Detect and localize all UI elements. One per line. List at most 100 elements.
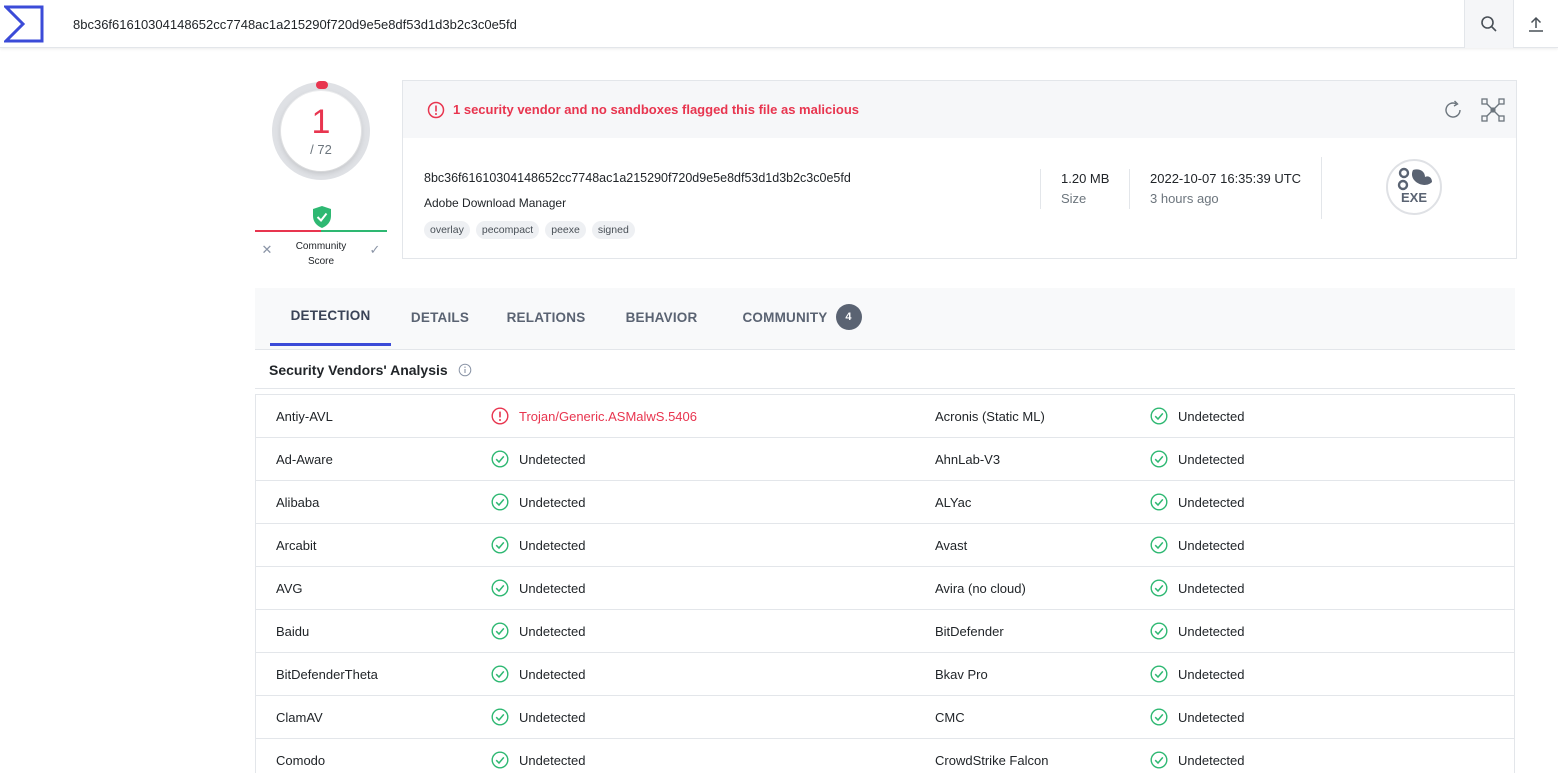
vendor-name: CrowdStrike Falcon <box>935 753 1049 768</box>
check-circle-icon <box>1150 622 1168 640</box>
vendor-result: Undetected <box>1150 450 1245 468</box>
vendor-name: Baidu <box>276 624 310 639</box>
divider <box>1040 169 1041 209</box>
vendor-result: Undetected <box>1150 579 1245 597</box>
vendor-result-label: Undetected <box>519 666 586 682</box>
alert-circle-icon <box>491 407 509 425</box>
divider <box>1129 169 1130 209</box>
alert-circle-icon <box>427 101 445 119</box>
tab-relations[interactable]: RELATIONS <box>500 288 592 346</box>
vendor-name: Avast <box>935 538 968 553</box>
vendor-result-label: Undetected <box>519 494 586 510</box>
exe-label: EXE <box>1401 190 1427 205</box>
vendor-name: Bkav Pro <box>935 667 988 682</box>
file-hash[interactable]: 8bc36f61610304148652cc7748ac1a215290f720… <box>424 171 851 185</box>
exe-file-type-icon: EXE <box>1386 159 1442 215</box>
check-circle-icon <box>491 622 509 640</box>
vendor-table: Antiy-AVL Trojan/Generic.ASMalwS.5406 Acro… <box>255 394 1515 773</box>
detection-count: 1 <box>311 103 331 141</box>
check-circle-icon <box>1150 579 1168 597</box>
analysis-relative-time: 3 hours ago <box>1150 191 1219 206</box>
search-icon <box>1481 16 1497 32</box>
vendor-result: Undetected <box>1150 407 1245 425</box>
tab-community-label: COMMUNITY <box>742 309 828 325</box>
vendor-result: Undetected <box>491 536 586 554</box>
alert-text: 1 security vendor and no sandboxes flagg… <box>453 102 860 117</box>
vendor-name: Arcabit <box>276 538 317 553</box>
upload-button[interactable] <box>1514 0 1558 48</box>
check-circle-icon <box>491 665 509 683</box>
vendor-result: Undetected <box>491 751 586 769</box>
check-circle-icon <box>1150 407 1168 425</box>
section-title: Security Vendors' Analysis <box>269 362 448 378</box>
vendor-name: Acronis (Static ML) <box>935 409 1045 424</box>
upload-icon <box>1529 16 1543 32</box>
graph-icon[interactable] <box>1481 98 1505 122</box>
tag[interactable]: pecompact <box>475 221 540 239</box>
file-size-value: 1.20 MB <box>1061 171 1110 186</box>
vendor-result-label: Undetected <box>519 623 586 639</box>
vendor-result-label: Undetected <box>1178 537 1245 553</box>
vendor-result: Undetected <box>491 708 586 726</box>
vote-malicious-icon[interactable]: ✕ <box>259 242 275 258</box>
vendor-name: AVG <box>276 581 303 596</box>
file-size-label: Size <box>1061 191 1087 206</box>
community-score-label: Community Score <box>295 241 347 267</box>
tab-detection[interactable]: DETECTION <box>270 288 391 346</box>
vote-harmless-icon[interactable]: ✓ <box>366 242 384 258</box>
vendor-name: Antiy-AVL <box>276 409 333 424</box>
tag-list: overlay pecompact peexe signed <box>424 221 635 239</box>
vendor-name: BitDefender <box>935 624 1004 639</box>
vendor-result: Undetected <box>491 622 586 640</box>
check-circle-icon <box>1150 751 1168 769</box>
vendor-result-label: Undetected <box>1178 623 1245 639</box>
file-name: Adobe Download Manager <box>424 196 567 210</box>
vendor-name: BitDefenderTheta <box>276 667 378 682</box>
vendor-result: Trojan/Generic.ASMalwS.5406 <box>491 407 697 425</box>
vendor-result: Undetected <box>491 665 586 683</box>
vendor-name: CMC <box>935 710 965 725</box>
divider <box>1321 157 1322 219</box>
section-header: Security Vendors' Analysis <box>255 351 1515 389</box>
virustotal-logo-icon[interactable] <box>4 5 44 43</box>
vendor-result-label: Undetected <box>1178 494 1245 510</box>
analysis-date: 2022-10-07 16:35:39 UTC <box>1150 171 1302 186</box>
tab-behavior[interactable]: BEHAVIOR <box>619 288 704 346</box>
search-button[interactable] <box>1464 0 1514 48</box>
vendor-result: Undetected <box>491 450 586 468</box>
vendor-result: Undetected <box>1150 665 1245 683</box>
tab-community[interactable]: COMMUNITY 4 <box>732 288 872 346</box>
vendor-result-label: Undetected <box>1178 709 1245 725</box>
search-input[interactable] <box>60 8 1450 40</box>
check-circle-icon <box>491 450 509 468</box>
info-icon[interactable] <box>458 363 472 377</box>
vendor-name: ClamAV <box>276 710 323 725</box>
tag[interactable]: peexe <box>545 221 586 239</box>
tag[interactable]: signed <box>591 221 635 239</box>
table-row: AVG Undetected Avira (no cloud) Undetected <box>256 567 1514 610</box>
vendor-result: Undetected <box>1150 493 1245 511</box>
community-score-bar <box>255 230 387 232</box>
vendor-result: Undetected <box>1150 751 1245 769</box>
check-circle-icon <box>1150 450 1168 468</box>
vendor-result-label: Undetected <box>1178 408 1245 424</box>
check-circle-icon <box>491 579 509 597</box>
vendor-name: AhnLab-V3 <box>935 452 1001 467</box>
vendor-name: ALYac <box>935 495 972 510</box>
refresh-icon[interactable] <box>1442 99 1464 121</box>
check-circle-icon <box>491 493 509 511</box>
vendor-result-label[interactable]: Trojan/Generic.ASMalwS.5406 <box>519 409 697 424</box>
vendor-result-label: Undetected <box>1178 580 1245 596</box>
tab-details[interactable]: DETAILS <box>401 288 479 346</box>
table-row: Alibaba Undetected ALYac Undetected <box>256 481 1514 524</box>
vendor-result-label: Undetected <box>519 537 586 553</box>
vendor-result: Undetected <box>1150 622 1245 640</box>
vendor-name: Ad-Aware <box>276 452 333 467</box>
vendor-name: Alibaba <box>276 495 320 510</box>
top-bar <box>0 0 1558 48</box>
table-row: Ad-Aware Undetected AhnLab-V3 Undetected <box>256 438 1514 481</box>
check-circle-icon <box>1150 665 1168 683</box>
tag[interactable]: overlay <box>424 221 470 239</box>
alert-banner: 1 security vendor and no sandboxes flagg… <box>403 81 1516 138</box>
vendor-result-label: Undetected <box>1178 451 1245 467</box>
